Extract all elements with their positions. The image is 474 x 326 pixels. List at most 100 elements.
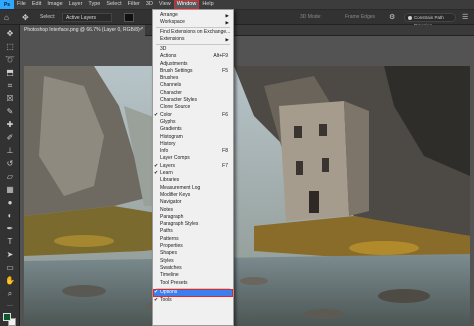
window-menu-item-extensions[interactable]: Extensions ▶ <box>153 36 233 43</box>
window-menu-item-properties[interactable]: Properties <box>153 243 233 250</box>
window-menu-item-character-styles[interactable]: Character Styles <box>153 97 233 104</box>
blur-icon[interactable]: ● <box>4 197 16 208</box>
object-select-icon[interactable]: ⬒ <box>4 67 16 78</box>
window-menu-item-navigator[interactable]: Navigator <box>153 199 233 206</box>
window-menu-item-gradients[interactable]: Gradients <box>153 126 233 133</box>
constrain-path-toggle[interactable]: Constrain Path Dragging <box>404 13 456 28</box>
window-menu-item-paragraph[interactable]: Paragraph <box>153 214 233 221</box>
type-icon[interactable]: T <box>4 236 16 247</box>
window-menu-item-workspace[interactable]: Workspace ▶ <box>153 19 233 26</box>
window-menu-item-label: Find Extensions on Exchange... <box>160 28 231 35</box>
foreground-color-swatch[interactable] <box>3 313 11 321</box>
healing-brush-icon[interactable]: ✚ <box>4 119 16 130</box>
close-icon[interactable]: × <box>139 25 142 36</box>
window-menu-item-learn[interactable]: ✔ Learn <box>153 170 233 177</box>
window-menu-item-find-extensions-on-exchange[interactable]: Find Extensions on Exchange... <box>153 29 233 36</box>
window-menu-item-label: Learn <box>160 170 173 176</box>
window-menu-item-label: Layer Comps <box>160 155 190 162</box>
window-menu-item-options[interactable]: ✔ Options <box>153 289 233 297</box>
window-menu-item-libraries[interactable]: Libraries <box>153 177 233 184</box>
checkmark-icon: ✔ <box>154 170 159 176</box>
history-brush-icon[interactable]: ↺ <box>4 158 16 169</box>
window-menu-item-modifier-keys[interactable]: Modifier Keys <box>153 192 233 199</box>
window-menu-item-actions[interactable]: Actions Alt+F9 <box>153 53 233 60</box>
menu-view[interactable]: View <box>156 0 174 9</box>
rectangle-icon[interactable]: ▭ <box>4 262 16 273</box>
window-menu-item-layers[interactable]: ✔ Layers F7 <box>153 163 233 170</box>
window-menu-item-layer-comps[interactable]: Layer Comps <box>153 155 233 162</box>
window-menu-item-tool-presets[interactable]: Tool Presets <box>153 280 233 287</box>
gear-icon[interactable]: ⚙ <box>389 13 397 22</box>
move-tool-icon[interactable]: ✥ <box>22 13 32 23</box>
window-menu-item-adjustments[interactable]: Adjustments <box>153 61 233 68</box>
window-menu-item-tools[interactable]: ✔ Tools <box>153 297 233 304</box>
pen-icon[interactable]: ✒ <box>4 223 16 234</box>
window-menu-item-histogram[interactable]: Histogram <box>153 134 233 141</box>
hand-icon[interactable]: ✋ <box>4 275 16 286</box>
window-menu-item-3d[interactable]: 3D <box>153 46 233 53</box>
more-tools-icon[interactable]: ··· <box>4 301 16 312</box>
menu-help[interactable]: Help <box>199 0 216 9</box>
eraser-icon[interactable]: ▱ <box>4 171 16 182</box>
clone-stamp-icon[interactable]: ⊥ <box>4 145 16 156</box>
menu-file[interactable]: File <box>14 0 29 9</box>
window-menu-item-label: Tool Presets <box>160 279 188 286</box>
menu-image[interactable]: Image <box>44 0 65 9</box>
window-menu-item-color[interactable]: ✔ Color F6 <box>153 112 233 119</box>
window-menu-item-channels[interactable]: Channels <box>153 82 233 89</box>
menu-type[interactable]: Type <box>85 0 103 9</box>
window-menu-item-label: Tools <box>160 296 172 303</box>
document-canvas[interactable] <box>24 66 470 326</box>
menu-3d[interactable]: 3D <box>143 0 156 9</box>
window-menu-item-arrange[interactable]: Arrange ▶ <box>153 12 233 19</box>
window-menu-item-label: Workspace <box>160 18 185 25</box>
move-tool-icon[interactable]: ✥ <box>4 28 16 39</box>
zoom-icon[interactable]: ⌕ <box>4 288 16 299</box>
dodge-icon[interactable]: ◐ <box>4 210 16 221</box>
window-menu-item-character[interactable]: Character <box>153 90 233 97</box>
window-menu-item-info[interactable]: Info F8 <box>153 148 233 155</box>
menu-layer[interactable]: Layer <box>66 0 86 9</box>
window-menu-item-swatches[interactable]: Swatches <box>153 265 233 272</box>
brush-icon[interactable]: ✐ <box>4 132 16 143</box>
photoshop-logo[interactable]: Ps <box>0 0 14 9</box>
window-menu-item-label: Notes <box>160 206 174 213</box>
menu-icon[interactable]: ☰ <box>462 13 468 21</box>
artboard-icon[interactable]: ⬚ <box>4 41 16 52</box>
window-menu-item-glyphs[interactable]: Glyphs <box>153 119 233 126</box>
window-menu-item-paragraph-styles[interactable]: Paragraph Styles <box>153 221 233 228</box>
eyedropper-icon[interactable]: ✎ <box>4 106 16 117</box>
submenu-arrow-icon: ▶ <box>225 12 229 18</box>
canvas-area[interactable] <box>20 36 474 326</box>
window-menu-item-history[interactable]: History <box>153 141 233 148</box>
options-bar: ⌂ ✥ Select: Active Layers 3D Mode: Frame… <box>0 9 474 28</box>
window-menu-item-shapes[interactable]: Shapes <box>153 250 233 257</box>
menu-filter[interactable]: Filter <box>125 0 143 9</box>
path-select-icon[interactable]: ➤ <box>4 249 16 260</box>
window-menu-item-patterns[interactable]: Patterns <box>153 236 233 243</box>
window-menu-item-clone-source[interactable]: Clone Source <box>153 104 233 111</box>
auto-select-label: Select: <box>40 14 56 20</box>
crop-icon[interactable]: ⌗ <box>4 80 16 91</box>
menu-select[interactable]: Select <box>103 0 124 9</box>
gradient-icon[interactable]: ▦ <box>4 184 16 195</box>
document-tab[interactable]: Photoshop Interface.png @ 66.7% (Layer 0… <box>20 25 145 36</box>
lasso-icon[interactable]: ➰ <box>4 54 16 65</box>
window-menu-item-timeline[interactable]: Timeline <box>153 272 233 279</box>
window-menu-item-notes[interactable]: Notes <box>153 207 233 214</box>
home-icon[interactable]: ⌂ <box>4 14 12 22</box>
window-menu-item-paths[interactable]: Paths <box>153 228 233 235</box>
window-menu-item-label: Actions <box>160 53 177 60</box>
window-menu-item-measurement-log[interactable]: Measurement Log <box>153 185 233 192</box>
window-menu-item-label: Glyphs <box>160 118 176 125</box>
frame-edges-label[interactable]: Frame Edges <box>345 14 375 20</box>
transform-controls-toggle[interactable] <box>124 13 134 22</box>
window-menu-item-styles[interactable]: Styles <box>153 258 233 265</box>
menu-window[interactable]: Window <box>173 0 200 9</box>
frame-icon[interactable]: ☒ <box>4 93 16 104</box>
window-menu-item-brushes[interactable]: Brushes <box>153 75 233 82</box>
3d-mode-label: 3D Mode: <box>300 14 322 20</box>
auto-select-dropdown[interactable]: Active Layers <box>62 13 112 22</box>
window-menu-item-brush-settings[interactable]: Brush Settings F5 <box>153 68 233 75</box>
menu-edit[interactable]: Edit <box>29 0 44 9</box>
